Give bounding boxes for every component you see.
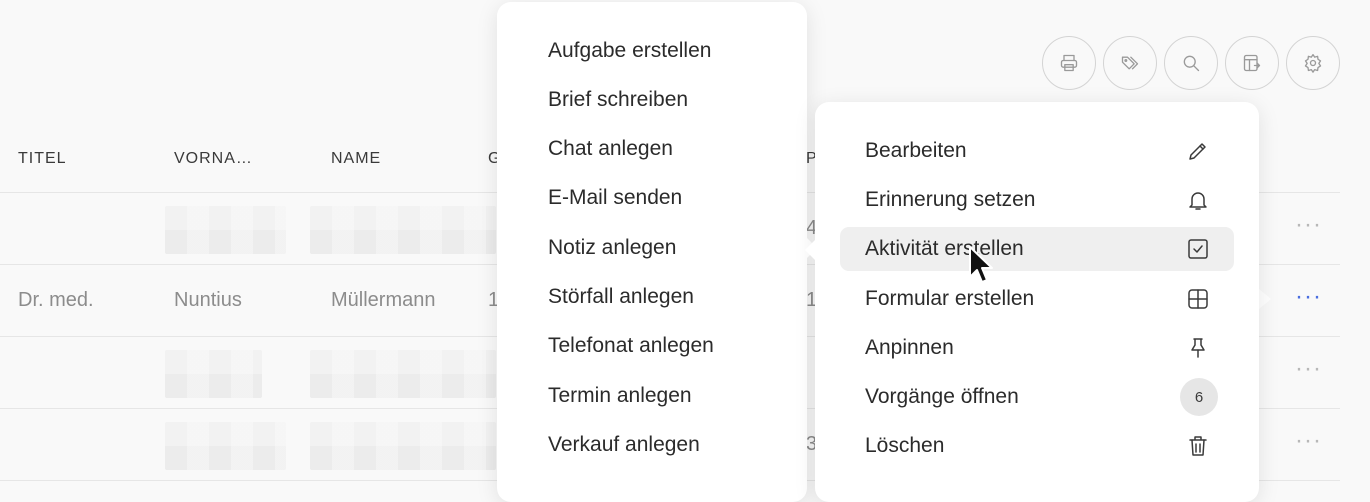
submenu-item-brief[interactable]: Brief schreiben bbox=[548, 88, 688, 112]
table-export-button[interactable] bbox=[1225, 36, 1279, 90]
submenu-item-chat[interactable]: Chat anlegen bbox=[548, 137, 673, 161]
menu-pointer bbox=[1259, 289, 1271, 309]
row-actions-button[interactable]: ··· bbox=[1295, 211, 1322, 239]
count-badge: 6 bbox=[1180, 378, 1218, 416]
menu-item-vorgaenge[interactable]: Vorgänge öffnen 6 bbox=[840, 375, 1234, 419]
toolbar bbox=[1042, 36, 1340, 90]
menu-item-label: Aktivität erstellen bbox=[865, 237, 1024, 260]
blurred-vorname bbox=[165, 422, 286, 470]
search-icon bbox=[1183, 55, 1200, 72]
bell-icon bbox=[1186, 188, 1210, 212]
blurred-name bbox=[310, 422, 496, 470]
column-header-vorname[interactable]: VORNA… bbox=[174, 150, 253, 168]
submenu-item-stoerfall[interactable]: Störfall anlegen bbox=[548, 285, 694, 309]
gear-icon bbox=[1304, 54, 1322, 73]
menu-item-label: Vorgänge öffnen bbox=[865, 385, 1019, 408]
pin-icon bbox=[1186, 336, 1210, 360]
trash-icon bbox=[1186, 434, 1210, 458]
submenu-item-notiz[interactable]: Notiz anlegen bbox=[548, 236, 676, 260]
menu-item-label: Formular erstellen bbox=[865, 287, 1035, 310]
blurred-vorname bbox=[165, 206, 286, 254]
cell-name: Müllermann bbox=[331, 289, 436, 311]
row-actions-button[interactable]: ··· bbox=[1295, 427, 1322, 455]
grid-icon bbox=[1186, 287, 1210, 311]
search-button[interactable] bbox=[1164, 36, 1218, 90]
create-activity-submenu: Aufgabe erstellen Brief schreiben Chat a… bbox=[497, 2, 817, 502]
submenu-item-verkauf[interactable]: Verkauf anlegen bbox=[548, 433, 700, 457]
menu-item-formular[interactable]: Formular erstellen bbox=[840, 277, 1234, 321]
menu-item-label: Bearbeiten bbox=[865, 139, 967, 162]
tags-button[interactable] bbox=[1103, 36, 1157, 90]
mouse-cursor-icon bbox=[969, 246, 993, 283]
submenu-item-telefonat[interactable]: Telefonat anlegen bbox=[548, 334, 714, 358]
tags-icon bbox=[1121, 56, 1139, 70]
cell-vorname: Nuntius bbox=[174, 289, 242, 311]
menu-item-bearbeiten[interactable]: Bearbeiten bbox=[840, 129, 1234, 173]
menu-item-label: Löschen bbox=[865, 434, 945, 457]
submenu-item-aufgabe[interactable]: Aufgabe erstellen bbox=[548, 39, 711, 63]
menu-item-erinnerung[interactable]: Erinnerung setzen bbox=[840, 178, 1234, 222]
column-header-name[interactable]: NAME bbox=[331, 150, 381, 168]
row-actions-button[interactable]: ··· bbox=[1295, 355, 1322, 383]
menu-item-label: Anpinnen bbox=[865, 336, 954, 359]
printer-icon bbox=[1060, 54, 1078, 72]
row-context-menu: Bearbeiten Erinnerung setzen Aktivität e… bbox=[805, 102, 1259, 502]
column-header-titel[interactable]: TITEL bbox=[18, 150, 67, 168]
settings-button[interactable] bbox=[1286, 36, 1340, 90]
pencil-icon bbox=[1186, 139, 1210, 163]
menu-item-loeschen[interactable]: Löschen bbox=[840, 424, 1234, 468]
row-actions-button[interactable]: ··· bbox=[1295, 283, 1322, 311]
blurred-name bbox=[310, 206, 496, 254]
print-button[interactable] bbox=[1042, 36, 1096, 90]
blurred-name bbox=[310, 350, 496, 398]
menu-item-aktivitaet[interactable]: Aktivität erstellen bbox=[840, 227, 1234, 271]
menu-item-anpinnen[interactable]: Anpinnen bbox=[840, 326, 1234, 370]
table-export-icon bbox=[1243, 54, 1261, 72]
cell-titel: Dr. med. bbox=[18, 289, 94, 311]
submenu-item-email[interactable]: E-Mail senden bbox=[548, 186, 682, 210]
checkbox-icon bbox=[1186, 237, 1210, 261]
menu-item-label: Erinnerung setzen bbox=[865, 188, 1036, 211]
blurred-vorname bbox=[165, 350, 262, 398]
submenu-item-termin[interactable]: Termin anlegen bbox=[548, 384, 692, 408]
